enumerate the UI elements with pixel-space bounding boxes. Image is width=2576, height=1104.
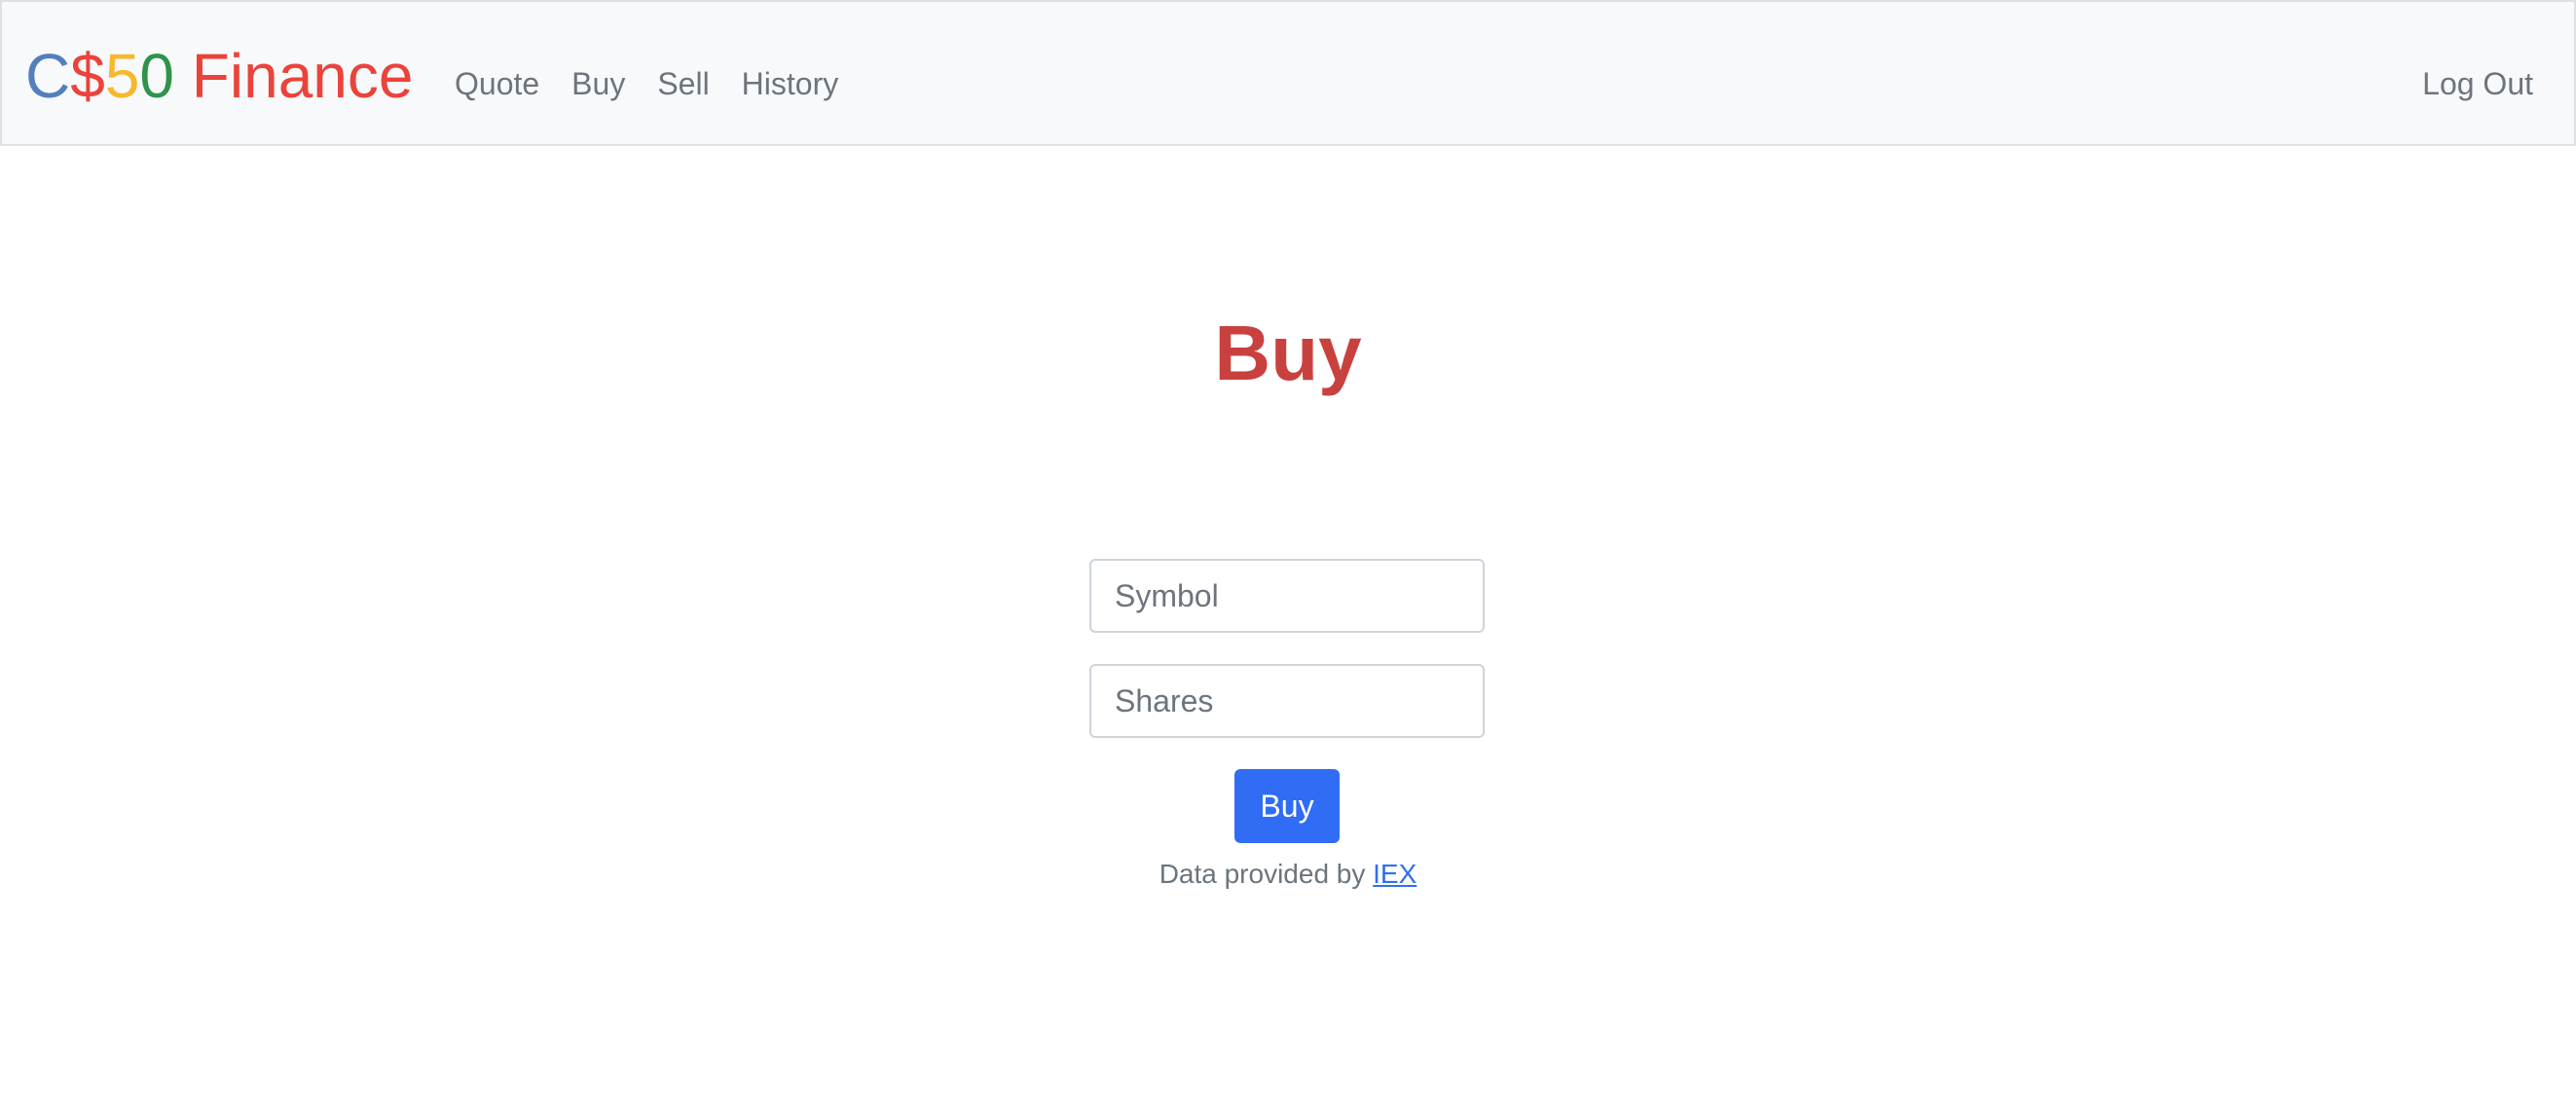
iex-link[interactable]: IEX [1373, 859, 1417, 889]
shares-input[interactable] [1089, 664, 1485, 738]
brand-letter-0: 0 [139, 41, 174, 111]
nav-links: Quote Buy Sell History [455, 62, 870, 105]
symbol-input[interactable] [1089, 559, 1485, 633]
brand-word-finance: Finance [174, 41, 414, 111]
nav-link-buy[interactable]: Buy [571, 62, 625, 105]
brand-logo[interactable]: C$50 Finance [25, 39, 413, 113]
navbar: C$50 Finance Quote Buy Sell History Log … [0, 0, 2576, 146]
logout-link[interactable]: Log Out [2422, 62, 2533, 105]
brand-letter-c: C [25, 41, 71, 111]
footer-text: Data provided by [1159, 859, 1374, 889]
brand-letter-dollar: $ [70, 41, 105, 111]
footer: Data provided by IEX [0, 855, 2576, 894]
nav-link-sell[interactable]: Sell [657, 62, 709, 105]
buy-button[interactable]: Buy [1234, 769, 1340, 843]
nav-link-history[interactable]: History [742, 62, 839, 105]
brand-letter-5: 5 [104, 41, 140, 111]
page-title: Buy [1214, 310, 1362, 396]
nav-link-quote[interactable]: Quote [455, 62, 539, 105]
